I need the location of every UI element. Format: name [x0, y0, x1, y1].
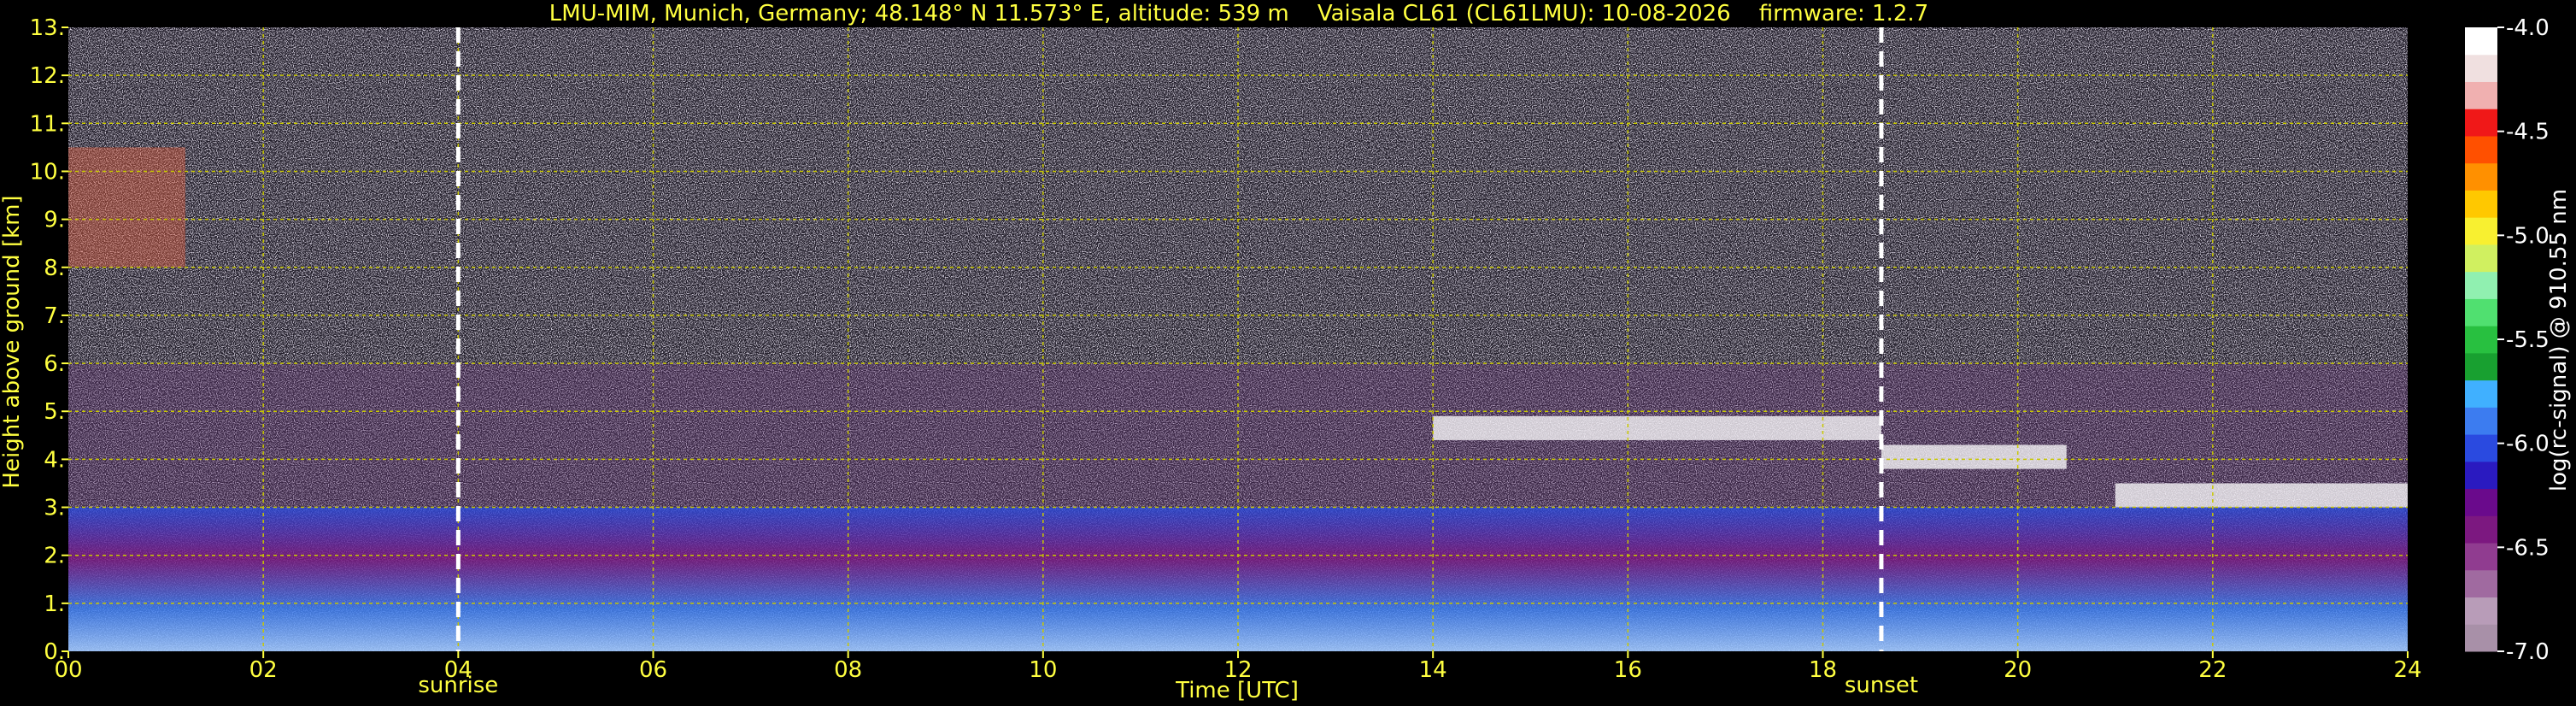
ceilometer-chart: sunrise sunset 00 02 04 06 08 10 12 14 16 18 20 22 24…: [0, 1, 2572, 703]
colorbar-segment: [2465, 352, 2497, 381]
y-axis: 0. 1. 2. 3. 4. 5. 6. 7. 8. 9. 10. 11. 12. 13.: [30, 15, 68, 665]
colorbar-tick-label: -7.0: [2506, 639, 2550, 665]
y-tick-label: 6.: [44, 351, 65, 377]
colorbar-segment: [2465, 27, 2497, 56]
x-tick-label: 22: [2198, 657, 2227, 683]
feature-cloud-layer: [2115, 483, 2408, 508]
y-tick-label: 8.: [44, 256, 65, 281]
colorbar-segment: [2465, 515, 2497, 544]
x-tick-label: 20: [2004, 657, 2032, 683]
x-tick-label: 08: [834, 657, 862, 683]
colorbar-tick-label: -6.0: [2506, 432, 2550, 457]
y-tick-label: 3.: [44, 496, 65, 521]
colorbar: -4.0 -4.5 -5.0 -5.5 -6.0 -6.5 -7.0: [2465, 15, 2550, 665]
colorbar-segment: [2465, 379, 2497, 408]
colorbar-segment: [2465, 190, 2497, 218]
colorbar-tick-label: -5.5: [2506, 327, 2550, 353]
chart-title: LMU-MIM, Munich, Germany; 48.148° N 11.5…: [549, 1, 1928, 26]
colorbar-segment: [2465, 135, 2497, 164]
colorbar-segment: [2465, 624, 2497, 652]
colorbar-tick-label: -4.5: [2506, 120, 2550, 145]
y-tick-label: 4.: [44, 447, 65, 473]
colorbar-segment: [2465, 162, 2497, 191]
x-tick-label: 18: [1809, 657, 1837, 683]
x-tick-label: 14: [1419, 657, 1447, 683]
y-tick-label: 12.: [30, 63, 65, 89]
x-tick-label: 16: [1614, 657, 1642, 683]
x-tick-label: 06: [639, 657, 667, 683]
colorbar-segment: [2465, 407, 2497, 435]
feature-cloud-layer: [1881, 444, 2067, 469]
signal-field: [68, 27, 2408, 651]
x-tick-label: 04: [444, 657, 472, 683]
colorbar-segment: [2465, 81, 2497, 109]
colorbar-segment: [2465, 488, 2497, 516]
x-tick-label: 10: [1029, 657, 1057, 683]
x-tick-label: 02: [249, 657, 278, 683]
colorbar-segment: [2465, 298, 2497, 327]
y-tick-label: 5.: [44, 399, 65, 425]
y-tick-label: 9.: [44, 208, 65, 233]
colorbar-tick-label: -5.0: [2506, 223, 2550, 249]
colorbar-tick-label: -4.0: [2506, 15, 2550, 41]
colorbar-label: log(rc-signal) @ 910.55 nm: [2546, 189, 2572, 491]
colorbar-tick-label: -6.5: [2506, 535, 2550, 561]
colorbar-segment: [2465, 109, 2497, 137]
colorbar-segment: [2465, 271, 2497, 299]
colorbar-segment: [2465, 326, 2497, 354]
colorbar-segment: [2465, 434, 2497, 462]
feature-cirrus: [68, 147, 185, 268]
x-axis-label: Time [UTC]: [1175, 678, 1299, 703]
colorbar-segment: [2465, 569, 2497, 598]
y-tick-label: 0.: [44, 639, 65, 665]
y-tick-label: 10.: [30, 159, 65, 185]
colorbar-segment: [2465, 543, 2497, 571]
sunset-label: sunset: [1845, 673, 1918, 698]
y-tick-label: 11.: [30, 111, 65, 137]
colorbar-segment: [2465, 244, 2497, 273]
y-tick-label: 7.: [44, 303, 65, 329]
y-tick-label: 13.: [30, 15, 65, 41]
colorbar-segment: [2465, 217, 2497, 245]
y-axis-label: Height above ground [km]: [0, 195, 25, 488]
colorbar-segment: [2465, 461, 2497, 490]
colorbar-segment: [2465, 597, 2497, 625]
feature-cloud-layer: [1433, 415, 1881, 440]
colorbar-segment: [2465, 54, 2497, 82]
y-tick-label: 1.: [44, 591, 65, 617]
y-tick-label: 2.: [44, 544, 65, 569]
x-tick-label: 24: [2393, 657, 2421, 683]
